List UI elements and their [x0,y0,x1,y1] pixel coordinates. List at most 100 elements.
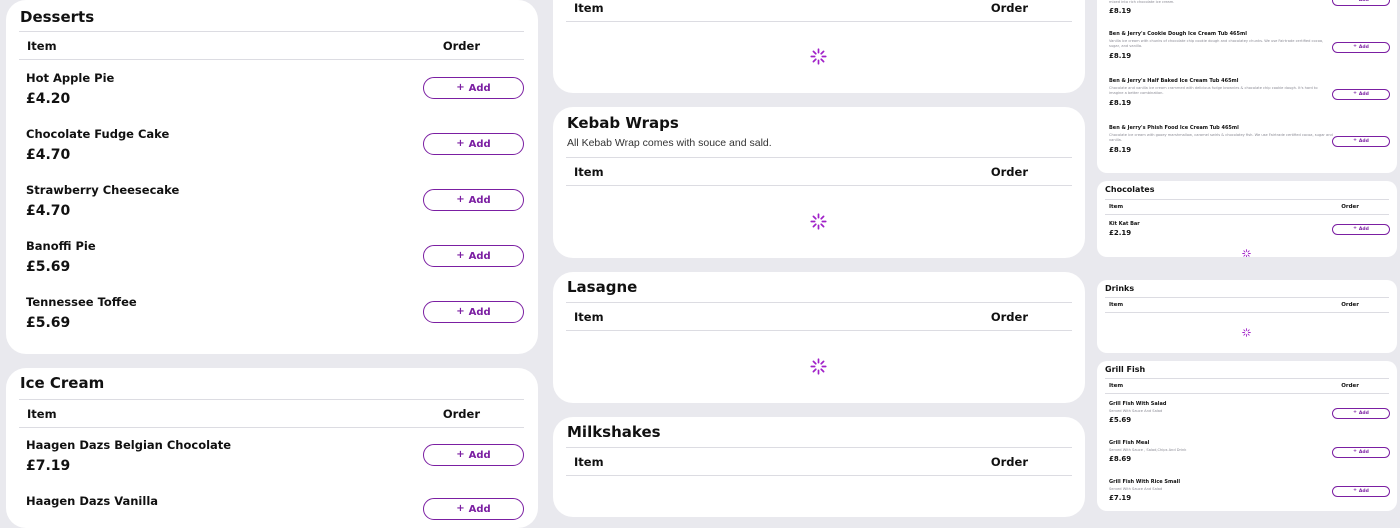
menu-item: Grill Fish With Salad Served With Sauce … [1109,401,1333,424]
menu-item: Chocolate Fudge Cake £4.70 [26,127,169,163]
item-name: Banoffi Pie [26,239,96,253]
add-button[interactable]: +Add [423,189,524,211]
loading-spinner-icon [810,48,827,65]
add-button[interactable]: +Add [423,444,524,466]
plus-icon: + [1353,226,1357,232]
ice-cream-tubs-card: mixed into rich chocolate ice cream. £8.… [1097,0,1397,173]
item-name: Tennessee Toffee [26,295,137,309]
item-price: £4.20 [26,91,71,107]
column-header-order: Order [990,164,1028,179]
menu-item: Ben & Jerry's Cookie Dough Ice Cream Tub… [1109,31,1333,60]
column-header-order: Order [990,309,1028,324]
table-header: Item Order [1105,378,1389,394]
plus-icon: + [456,306,465,317]
menu-item: Strawberry Cheesecake £4.70 [26,183,179,219]
section-description: All Kebab Wrap comes with souce and sald… [567,137,772,149]
column-header-item: Item [574,309,604,324]
item-price: £8.19 [1109,7,1132,16]
menu-item: mixed into rich chocolate ice cream. £8.… [1109,0,1333,15]
plus-icon: + [456,138,465,149]
menu-item: Tennessee Toffee £5.69 [26,295,137,331]
column-header-order: Order [990,454,1028,469]
item-name: Strawberry Cheesecake [26,183,180,197]
desserts-card: Desserts Item Order Hot Apple Pie £4.20 … [6,0,538,354]
add-button[interactable]: +Add [1332,408,1390,419]
add-button[interactable]: +Add [423,301,524,323]
drinks-card: Drinks Item Order [1097,280,1397,353]
item-price: £5.69 [1109,416,1132,425]
plus-icon: + [1353,91,1357,97]
add-button[interactable]: +Add [1332,447,1390,458]
item-price: £4.70 [26,147,71,163]
table-header: Item Order [566,0,1072,22]
item-price: £2.19 [1109,229,1132,237]
item-description: mixed into rich chocolate ice cream. [1109,0,1175,4]
item-price: £8.69 [1109,455,1132,464]
column-header-order: Order [1341,383,1359,389]
add-button[interactable]: +Add [1332,136,1390,147]
section-title-drinks: Drinks [1105,284,1135,293]
plus-icon: + [456,449,465,460]
item-name: Chocolate Fudge Cake [26,127,170,141]
item-price: £8.19 [1109,51,1132,60]
item-price: £5.69 [26,315,71,331]
loading-spinner-icon [1242,328,1251,337]
plus-icon: + [1353,0,1357,3]
item-name: Haagen Dazs Belgian Chocolate [26,438,232,452]
table-header: Item Order [19,31,524,60]
item-description: Chocolate and vanilla ice cream crammed … [1109,86,1318,96]
item-name: Grill Fish Meal [1109,440,1150,446]
column-header-item: Item [574,164,604,179]
item-price: £8.19 [1109,98,1132,107]
ice-cream-card: Ice Cream Item Order Haagen Dazs Belgian… [6,368,538,528]
item-price: £4.70 [26,203,71,219]
section-title-desserts: Desserts [20,8,95,26]
add-button[interactable]: +Add [1332,42,1390,53]
column-header-order: Order [1341,302,1359,308]
column-header-item: Item [27,406,57,421]
add-button[interactable]: +Add [1332,89,1390,100]
column-header-item: Item [574,454,604,469]
table-header: Item Order [566,157,1072,186]
item-price: £7.19 [1109,494,1132,503]
menu-item: Grill Fish With Rice Small Served With S… [1109,479,1333,502]
item-price: £7.19 [26,458,71,474]
item-name: Ben & Jerry's Phish Food Ice Cream Tub 4… [1109,125,1239,131]
table-header: Item Order [1105,297,1389,313]
section-title-chocolates: Chocolates [1105,185,1155,194]
add-button[interactable]: +Add [1332,486,1390,497]
loading-spinner-icon [810,213,827,230]
item-price: £8.19 [1109,145,1132,154]
column-header-order: Order [990,0,1028,15]
add-button[interactable]: +Add [1332,224,1390,235]
add-button[interactable]: +Add [1332,0,1390,6]
plus-icon: + [1353,44,1357,50]
column-header-order: Order [442,38,480,53]
add-button[interactable]: +Add [423,498,524,520]
item-name: Kit Kat Bar [1109,221,1140,227]
add-button[interactable]: +Add [423,77,524,99]
column-header-item: Item [1109,383,1124,389]
menu-item: Ben & Jerry's Phish Food Ice Cream Tub 4… [1109,125,1333,154]
menu-item: Banoffi Pie £5.69 [26,239,96,275]
menu-item: Kit Kat Bar £2.19 [1109,221,1140,237]
plus-icon: + [456,194,465,205]
item-name: Hot Apple Pie [26,71,115,85]
column-header-order: Order [442,406,480,421]
plus-icon: + [1353,449,1357,455]
item-description: Served With Sauce And Salad [1109,409,1163,413]
item-description: Served With Sauce And Salad [1109,487,1163,491]
previous-section-card: Item Order [553,0,1085,93]
item-description: Chocolate ice cream with gooey marshmall… [1109,133,1333,143]
table-header: Item Order [566,447,1072,476]
column-header-item: Item [574,0,604,15]
item-description: Served With Sauce , Salad,Chips And Drin… [1109,448,1187,452]
add-button[interactable]: +Add [423,245,524,267]
table-header: Item Order [19,399,524,428]
item-description: Vanilla ice cream with chunks of chocola… [1109,39,1324,49]
milkshakes-card: Milkshakes Item Order [553,417,1085,517]
add-button[interactable]: +Add [423,133,524,155]
menu-item: Haagen Dazs Belgian Chocolate £7.19 [26,438,231,474]
item-name: Ben & Jerry's Cookie Dough Ice Cream Tub… [1109,31,1247,37]
section-title-grill-fish: Grill Fish [1105,365,1146,374]
